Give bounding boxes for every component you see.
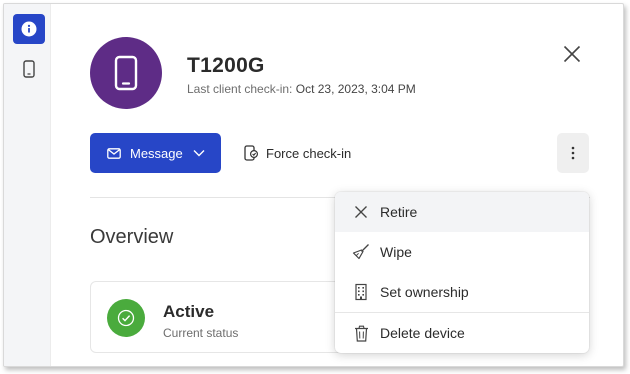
menu-item-label: Wipe	[380, 244, 412, 260]
menu-item-retire[interactable]: Retire	[335, 192, 589, 232]
sync-device-icon	[244, 145, 258, 161]
trash-icon	[354, 325, 368, 342]
device-detail-panel: T1200G Last client check-in: Oct 23, 202…	[3, 3, 624, 367]
smartphone-icon	[114, 55, 138, 91]
checkin-label: Last client check-in:	[187, 82, 293, 96]
envelope-icon	[107, 147, 121, 159]
close-icon	[563, 45, 581, 63]
menu-item-label: Retire	[380, 204, 418, 220]
check-circle-icon	[117, 309, 135, 327]
info-icon	[21, 21, 37, 37]
rail-info-button[interactable]	[13, 14, 45, 44]
close-icon	[355, 206, 367, 218]
rail-device-button[interactable]	[13, 54, 45, 84]
force-checkin-button[interactable]: Force check-in	[244, 141, 351, 165]
broom-icon	[352, 244, 369, 260]
menu-item-label: Set ownership	[380, 284, 469, 300]
close-button[interactable]	[558, 40, 586, 68]
side-rail	[4, 4, 51, 366]
status-indicator	[107, 299, 145, 337]
status-caption: Current status	[163, 326, 239, 340]
more-actions-button[interactable]	[557, 133, 589, 173]
chevron-down-icon	[193, 150, 205, 157]
device-avatar	[90, 37, 162, 109]
menu-item-label: Delete device	[380, 325, 465, 341]
more-actions-menu: Retire Wipe Set ownership Delete device	[335, 192, 589, 353]
vertical-ellipsis-icon	[571, 146, 575, 160]
phone-icon	[23, 60, 35, 78]
last-checkin: Last client check-in: Oct 23, 2023, 3:04…	[187, 82, 416, 96]
force-checkin-label: Force check-in	[266, 145, 352, 161]
device-name: T1200G	[187, 54, 265, 77]
status-value: Active	[163, 302, 215, 321]
checkin-time: Oct 23, 2023, 3:04 PM	[295, 82, 416, 96]
menu-item-set-ownership[interactable]: Set ownership	[335, 272, 589, 312]
overview-heading: Overview	[90, 226, 174, 248]
menu-item-wipe[interactable]: Wipe	[335, 232, 589, 272]
building-icon	[355, 283, 367, 301]
status-card: Active Current status	[90, 281, 360, 353]
message-button-label: Message	[130, 145, 183, 161]
message-button[interactable]: Message	[90, 133, 221, 173]
menu-item-delete-device[interactable]: Delete device	[335, 313, 589, 353]
